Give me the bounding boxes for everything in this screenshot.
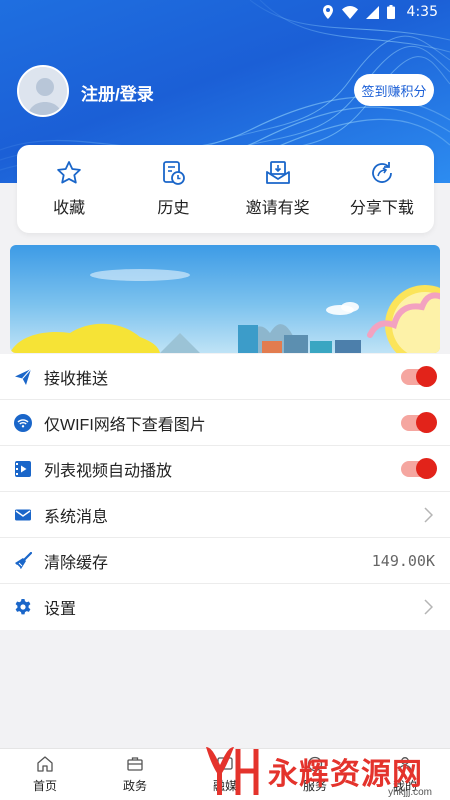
toggle-knob [416,411,437,433]
video-icon [15,461,31,477]
chevron-right-icon [424,506,433,523]
quick-action-label: 分享下载 [349,200,414,217]
briefcase-icon [127,757,143,771]
quick-action-share[interactable]: 分享下载 [330,145,434,233]
wifi-icon [14,414,32,432]
history-icon [163,161,186,185]
quick-action-label: 收藏 [53,200,86,217]
avatar[interactable] [17,65,69,117]
setting-row-push[interactable]: 接收推送 [0,354,450,400]
quick-actions-card: 收藏 历史 邀请有奖 分享下载 [17,145,434,233]
setting-label: 设置 [44,601,77,618]
settings-list: 接收推送 仅WIFI网络下查看图片 列表视频自动播放 系统消息 清除缓存 149… [0,354,450,630]
toggle-knob [416,457,437,479]
wifi-images-toggle[interactable] [401,411,437,433]
mail-icon [15,509,31,521]
setting-row-wifi-images[interactable]: 仅WIFI网络下查看图片 [0,400,450,446]
quick-action-favorites[interactable]: 收藏 [17,145,121,233]
nav-home[interactable]: 首页 [0,749,90,800]
setting-label: 系统消息 [44,508,109,526]
nav-government[interactable]: 政务 [90,749,180,800]
login-register-link[interactable]: 注册/登录 [81,80,154,105]
home-icon [37,756,53,772]
invite-icon [265,161,290,184]
banner-image[interactable] [10,245,440,353]
setting-row-preferences[interactable]: 设置 [0,584,450,630]
send-icon [15,368,32,385]
chevron-right-icon [424,599,433,615]
setting-row-autoplay[interactable]: 列表视频自动播放 [0,446,450,492]
nav-label: 首页 [32,779,57,793]
signin-points-button[interactable]: 签到赚积分 [354,74,434,106]
quick-action-label: 历史 [157,200,190,217]
broom-icon [15,552,32,569]
push-toggle[interactable] [401,365,437,387]
nav-label: 政务 [122,779,147,793]
quick-action-label: 邀请有奖 [245,200,310,217]
autoplay-toggle[interactable] [401,457,437,479]
star-icon [57,161,81,184]
setting-label: 仅WIFI网络下查看图片 [44,416,206,434]
gear-icon [15,599,31,615]
location-icon [322,5,333,19]
battery-icon [386,5,395,19]
watermark-url: yhkjjj.com [388,787,432,798]
quick-action-history[interactable]: 历史 [121,145,225,233]
share-icon [372,162,392,183]
watermark: 永辉资源网 yhkjjj.com [200,742,440,800]
setting-row-cache[interactable]: 清除缓存 149.00K [0,538,450,584]
status-bar: 4:35 [0,0,450,24]
setting-row-messages[interactable]: 系统消息 [0,492,450,538]
setting-label: 接收推送 [44,370,109,388]
toggle-knob [416,365,437,387]
status-time: 4:35 [406,4,438,20]
signal-icon [365,5,379,19]
setting-label: 列表视频自动播放 [44,462,173,480]
wifi-status-icon [341,5,358,19]
quick-action-invite[interactable]: 邀请有奖 [226,145,330,233]
cache-size-value: 149.00K [371,551,435,570]
setting-label: 清除缓存 [44,554,109,572]
watermark-logo-icon [206,747,259,795]
